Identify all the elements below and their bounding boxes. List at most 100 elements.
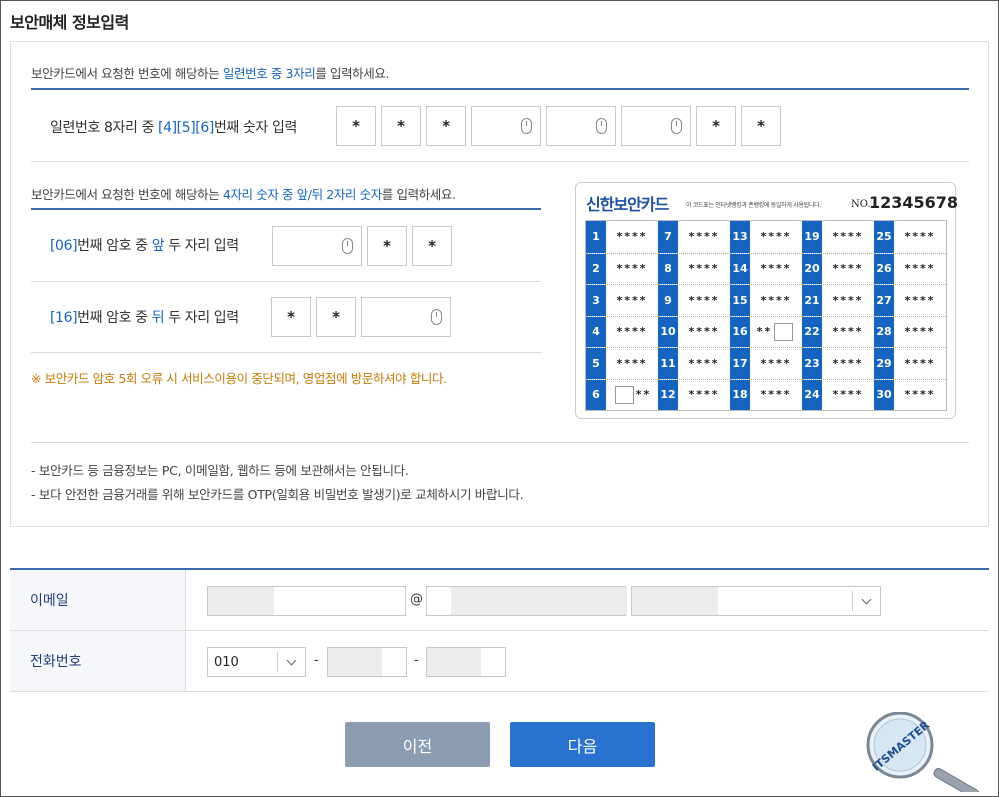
card-code-number: 27 <box>874 285 894 316</box>
card-code-cell: 16 ** <box>730 315 802 348</box>
card-code-value: **** <box>760 262 792 276</box>
card-code-cell: 21 **** <box>802 284 874 316</box>
phone-prefix-value: 010 <box>214 654 239 670</box>
card-code-number: 2 <box>586 253 606 284</box>
card-code-number: 15 <box>730 285 750 316</box>
serial-digit-4-input[interactable] <box>471 106 541 146</box>
card-code-value: **** <box>760 356 792 370</box>
card-code-number: 14 <box>730 253 750 284</box>
note-item: - 보안카드 등 금융정보는 PC, 이메일함, 웹하드 등에 보관해서는 안됩… <box>31 463 409 478</box>
card-code-number: 25 <box>874 221 894 253</box>
card-code-cell: 28 **** <box>874 315 946 347</box>
hidden-digit-box <box>614 385 634 404</box>
card-code-grid: 1 **** 7 **** 13 **** 19 **** 25 **** 2 **** 8 **** 14… <box>585 220 947 411</box>
card-code-value: **** <box>904 230 936 244</box>
code2-digit-1: * <box>271 297 311 337</box>
card-code-cell: 10 **** <box>658 315 730 347</box>
card-code-cell: 22 **** <box>802 315 874 347</box>
section-divider <box>31 161 969 162</box>
card-code-cell: 27 **** <box>874 284 946 316</box>
card-code-cell: 7 **** <box>658 221 730 253</box>
serial-instruction-tail: 를 입력하세요. <box>315 66 390 81</box>
card-code-value: ** <box>750 317 802 348</box>
serial-digit-6-input[interactable] <box>621 106 691 146</box>
serial-label-tail: 번째 숫자 입력 <box>213 120 297 136</box>
card-code-cell: 5 **** <box>586 347 658 379</box>
serial-digit-8: * <box>741 106 781 146</box>
card-code-value: **** <box>760 230 792 244</box>
code2-number: [16] <box>50 310 78 326</box>
section1-divider <box>31 88 969 90</box>
phone-middle-input[interactable] <box>327 647 407 677</box>
code-instruction-highlight: 4자리 숫자 중 앞/뒤 2자리 숫자 <box>222 187 382 202</box>
mouse-icon <box>671 118 682 134</box>
email-domain-select[interactable] <box>631 586 881 616</box>
code1-tail: 두 자리 입력 <box>164 238 239 254</box>
card-code-cell: 9 **** <box>658 284 730 316</box>
card-code-number: 18 <box>730 379 750 410</box>
card-code-value: **** <box>688 325 720 339</box>
card-code-value: **** <box>904 293 936 307</box>
card-code-number: 6 <box>586 379 606 410</box>
serial-digit-3: * <box>426 106 466 146</box>
email-id-input[interactable] <box>207 586 406 616</box>
card-code-number: 12 <box>658 379 678 410</box>
card-code-number: 29 <box>874 348 894 379</box>
card-code-cell: 23 **** <box>802 347 874 379</box>
card-code-cell: 13 **** <box>730 221 802 253</box>
code1-position: 앞 <box>151 238 165 254</box>
card-code-cell: 1 **** <box>586 221 658 253</box>
card-code-cell: 2 **** <box>586 252 658 284</box>
phone-prefix-select[interactable]: 010 <box>207 647 306 677</box>
serial-digit-1: * <box>336 106 376 146</box>
code1-number: [06] <box>50 238 78 254</box>
card-code-value: **** <box>832 356 864 370</box>
code2-digits-input[interactable] <box>361 297 451 337</box>
masked-value <box>208 587 274 615</box>
card-code-number: 7 <box>658 221 678 253</box>
code1-digits-input[interactable] <box>272 226 362 266</box>
note-item: - 보다 안전한 금융거래를 위해 보안카드를 OTP(일회용 비밀번호 발생기… <box>31 487 524 502</box>
contact-form: 이메일 @ 전화번호 010 - - <box>10 568 989 692</box>
email-domain-input[interactable] <box>426 586 627 616</box>
code-bottom-divider <box>31 352 541 353</box>
card-code-partial: ** <box>635 388 652 402</box>
card-code-number: 23 <box>802 348 822 379</box>
card-code-value: **** <box>904 262 936 276</box>
notes-list: - 보안카드 등 금융정보는 PC, 이메일함, 웹하드 등에 보관해서는 안됩… <box>31 459 524 507</box>
card-code-value: **** <box>904 388 936 402</box>
notes-divider <box>31 442 969 443</box>
card-note: 이 코드표는 인터넷뱅킹과 폰뱅킹에 동일하게 사용됩니다. <box>686 202 821 209</box>
card-code-number: 26 <box>874 253 894 284</box>
serial-digit-5-input[interactable] <box>546 106 616 146</box>
card-code-number: 28 <box>874 316 894 347</box>
card-no-label: NO. <box>851 199 871 210</box>
next-button[interactable]: 다음 <box>510 722 655 767</box>
card-code-value: **** <box>904 356 936 370</box>
card-code-value: **** <box>688 293 720 307</box>
prev-button[interactable]: 이전 <box>345 722 490 767</box>
card-code-value: **** <box>832 293 864 307</box>
card-code-value: ** <box>606 380 658 411</box>
card-code-number: 30 <box>874 379 894 410</box>
card-code-number: 20 <box>802 253 822 284</box>
masked-value <box>632 587 718 615</box>
code2-digit-2: * <box>316 297 356 337</box>
card-code-value: **** <box>688 388 720 402</box>
card-code-number: 16 <box>730 316 750 347</box>
card-code-cell: 20 **** <box>802 252 874 284</box>
card-code-cell: 24 **** <box>802 378 874 410</box>
card-code-value: **** <box>688 262 720 276</box>
phone-last-input[interactable] <box>426 647 506 677</box>
card-code-number: 8 <box>658 253 678 284</box>
serial-instruction-text: 보안카드에서 요청한 번호에 해당하는 <box>31 66 223 81</box>
serial-label-positions: [4][5][6] <box>158 120 214 136</box>
code1-label: [06]번째 암호 중 앞 두 자리 입력 <box>50 235 239 255</box>
mouse-icon <box>521 118 532 134</box>
card-code-number: 24 <box>802 379 822 410</box>
serial-instruction-highlight: 일련번호 중 3자리 <box>222 66 316 81</box>
card-code-cell: 18 **** <box>730 378 802 410</box>
phone-row: 전화번호 010 - - <box>10 631 989 692</box>
card-code-number: 1 <box>586 221 606 253</box>
serial-digit-2: * <box>381 106 421 146</box>
